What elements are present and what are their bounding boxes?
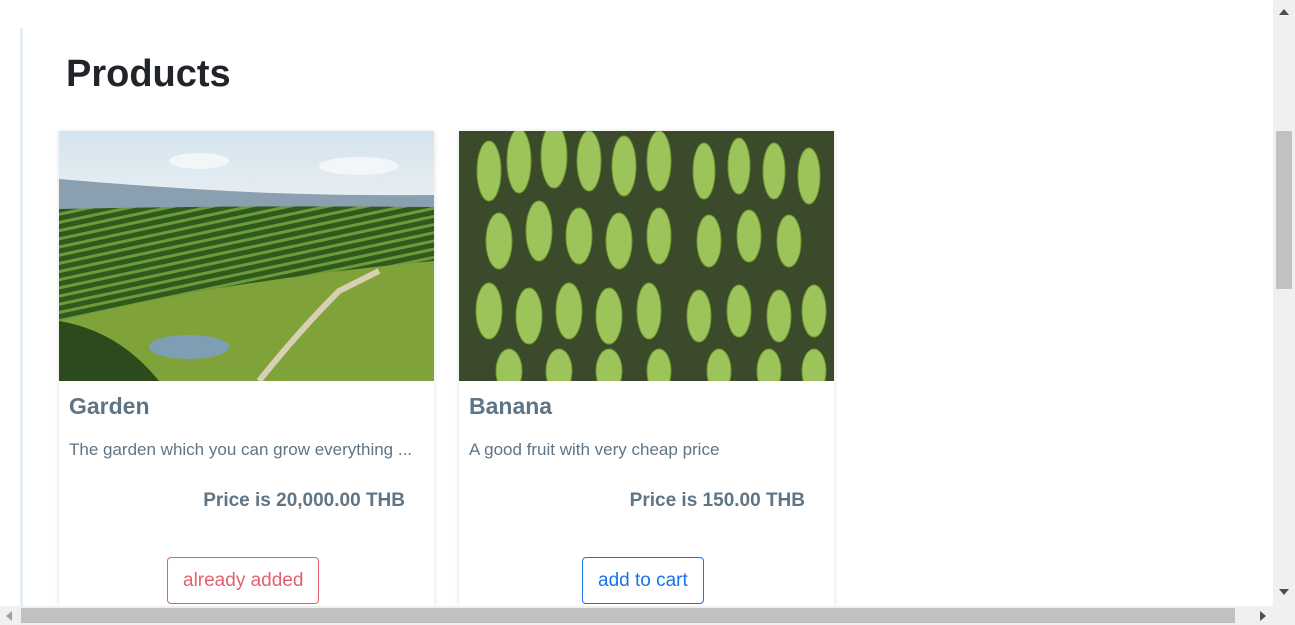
product-name: Banana — [469, 393, 553, 419]
product-card-garden: Garden The garden which you can grow eve… — [59, 131, 434, 606]
scrollbar-corner — [1273, 606, 1295, 625]
already-added-button[interactable]: already added — [167, 557, 320, 604]
product-price: Price is 20,000.00 THB — [203, 490, 405, 511]
horizontal-scroll-thumb[interactable] — [21, 608, 1235, 623]
vertical-scrollbar[interactable] — [1273, 0, 1295, 606]
scroll-right-arrow-icon[interactable] — [1260, 611, 1266, 621]
garden-image — [59, 131, 434, 381]
horizontal-scrollbar[interactable] — [0, 606, 1273, 625]
product-name: Garden — [69, 393, 150, 419]
scroll-up-arrow-icon[interactable] — [1279, 9, 1289, 15]
vertical-scroll-thumb[interactable] — [1276, 131, 1292, 289]
scroll-left-arrow-icon[interactable] — [6, 611, 12, 621]
product-description: A good fruit with very cheap price — [469, 440, 720, 459]
content-left-border — [20, 28, 23, 606]
scroll-down-arrow-icon[interactable] — [1279, 589, 1289, 595]
product-description: The garden which you can grow everything… — [69, 440, 413, 459]
product-card-banana: Banana A good fruit with very cheap pric… — [459, 131, 834, 606]
page-title: Products — [66, 53, 231, 95]
add-to-cart-button[interactable]: add to cart — [582, 557, 704, 604]
product-price: Price is 150.00 THB — [629, 490, 805, 511]
banana-image — [459, 131, 834, 381]
